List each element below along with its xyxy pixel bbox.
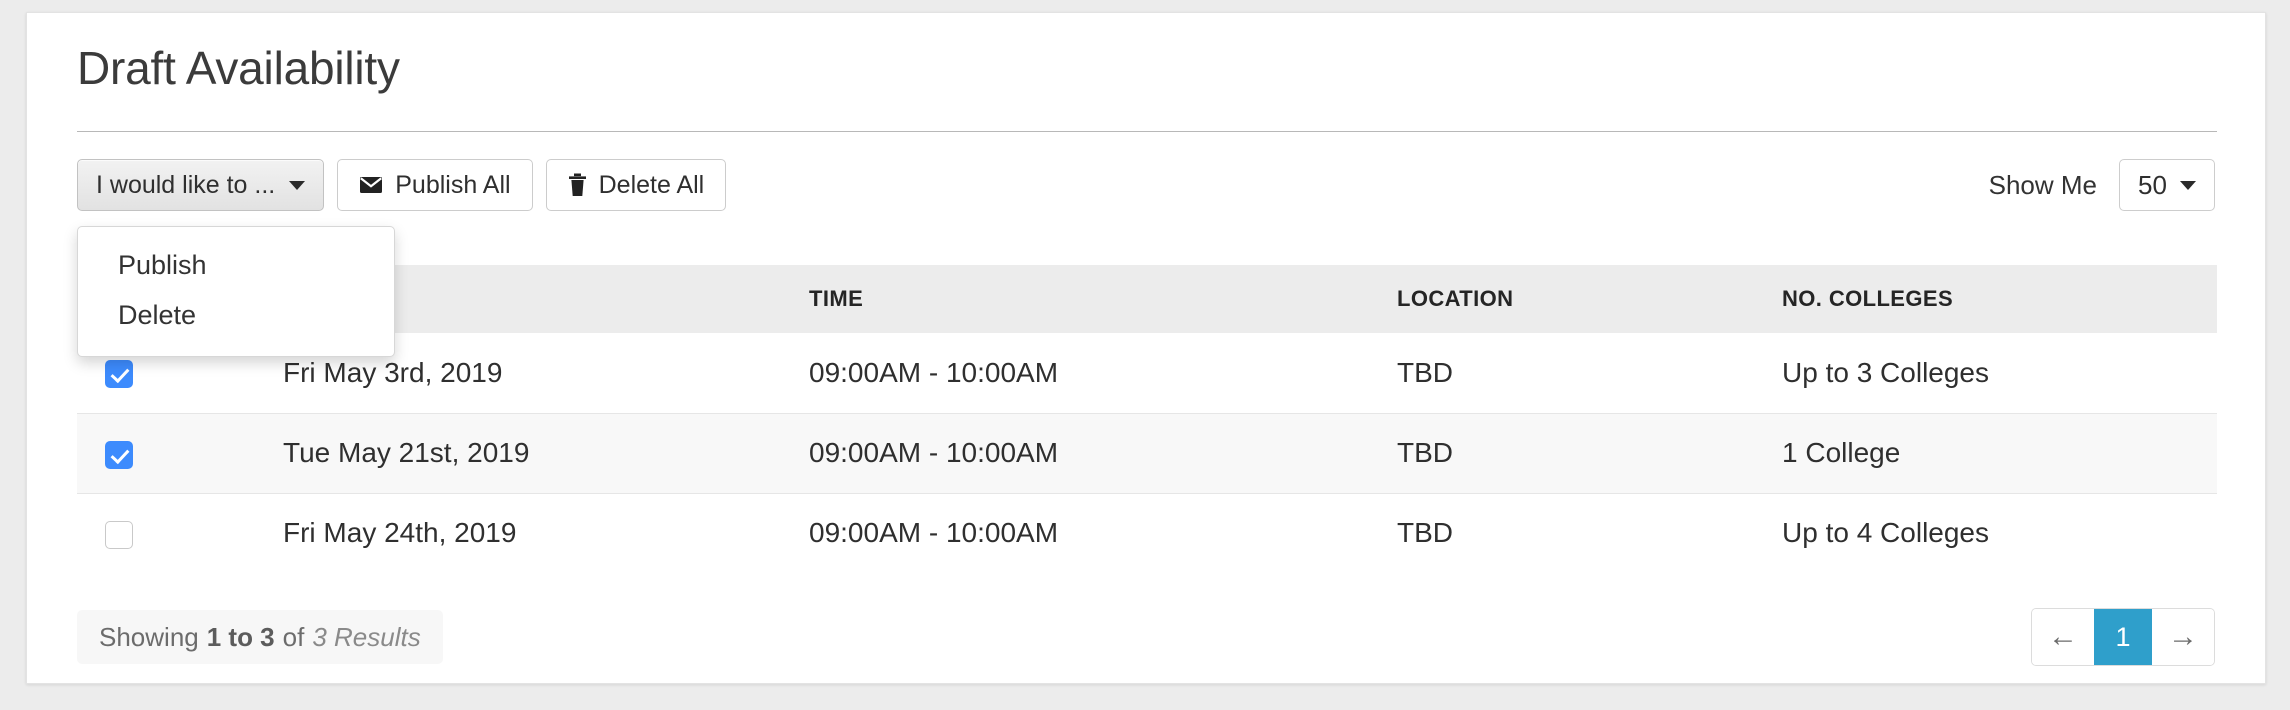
table-row: Fri May 3rd, 2019 09:00AM - 10:00AM TBD … — [77, 333, 2217, 414]
page-title: Draft Availability — [77, 42, 400, 94]
results-summary: Showing 1 to 3 of 3 Results — [77, 610, 443, 664]
cell-time: 09:00AM - 10:00AM — [797, 333, 1387, 414]
row-checkbox[interactable] — [105, 360, 133, 389]
results-summary-total: 3 Results — [312, 621, 421, 652]
show-me-control: Show Me 50 — [1989, 159, 2215, 211]
bulk-action-dropdown-label: I would like to ... — [96, 170, 276, 199]
cell-colleges: Up to 4 Colleges — [1772, 492, 2217, 573]
show-me-label: Show Me — [1988, 169, 2097, 200]
row-select-cell — [77, 492, 217, 573]
caret-down-icon — [289, 180, 306, 190]
toolbar: I would like to ... Publish All Delete A… — [77, 159, 727, 211]
cell-location: TBD — [1387, 333, 1772, 414]
table-row: Fri May 24th, 2019 09:00AM - 10:00AM TBD… — [77, 492, 2217, 573]
pagination-page-1[interactable]: 1 — [2094, 609, 2152, 665]
cell-location: TBD — [1387, 412, 1772, 494]
results-summary-of: of — [282, 621, 305, 652]
table-header-row: TIME LOCATION NO. COLLEGES — [77, 265, 2217, 333]
cell-time: 09:00AM - 10:00AM — [797, 492, 1387, 573]
cell-colleges: Up to 3 Colleges — [1772, 333, 2217, 414]
dropdown-item-delete[interactable]: Delete — [78, 290, 394, 340]
dropdown-item-publish[interactable]: Publish — [78, 240, 394, 290]
delete-all-button[interactable]: Delete All — [545, 159, 727, 211]
availability-table: TIME LOCATION NO. COLLEGES Fri May 3rd, … — [77, 265, 2217, 573]
delete-all-label: Delete All — [598, 170, 705, 199]
row-checkbox[interactable] — [105, 440, 133, 469]
page-root: Draft Availability I would like to ... P… — [0, 0, 2290, 710]
caret-down-icon — [2179, 180, 2196, 190]
mail-icon — [359, 173, 383, 197]
column-header-colleges[interactable]: NO. COLLEGES — [1772, 265, 2217, 333]
trash-icon — [568, 173, 587, 197]
page-size-select[interactable]: 50 — [2119, 159, 2215, 211]
pagination: ← 1 → — [2031, 608, 2215, 666]
table-row: Tue May 21st, 2019 09:00AM - 10:00AM TBD… — [77, 412, 2217, 494]
cell-colleges: 1 College — [1772, 412, 2217, 494]
cell-time: 09:00AM - 10:00AM — [797, 412, 1387, 494]
results-summary-prefix: Showing — [99, 621, 199, 652]
bulk-action-dropdown-menu: Publish Delete — [77, 226, 395, 357]
cell-location: TBD — [1387, 492, 1772, 573]
table-head: TIME LOCATION NO. COLLEGES — [77, 265, 2217, 333]
page-size-value: 50 — [2138, 169, 2167, 200]
cell-date: Fri May 24th, 2019 — [217, 492, 797, 573]
publish-all-button[interactable]: Publish All — [337, 159, 533, 211]
column-header-time[interactable]: TIME — [797, 265, 1387, 333]
cell-date: Tue May 21st, 2019 — [217, 412, 797, 494]
bulk-action-dropdown-button[interactable]: I would like to ... — [77, 159, 325, 211]
publish-all-label: Publish All — [395, 170, 511, 199]
arrow-left-icon[interactable]: ← — [2032, 609, 2094, 665]
row-select-cell — [77, 412, 217, 494]
arrow-right-icon[interactable]: → — [2152, 609, 2214, 665]
results-summary-range: 1 to 3 — [206, 621, 275, 652]
title-divider — [77, 131, 2217, 132]
row-checkbox[interactable] — [105, 520, 133, 549]
table-body: Fri May 3rd, 2019 09:00AM - 10:00AM TBD … — [77, 333, 2217, 573]
draft-availability-card: Draft Availability I would like to ... P… — [26, 12, 2266, 684]
column-header-location[interactable]: LOCATION — [1387, 265, 1772, 333]
